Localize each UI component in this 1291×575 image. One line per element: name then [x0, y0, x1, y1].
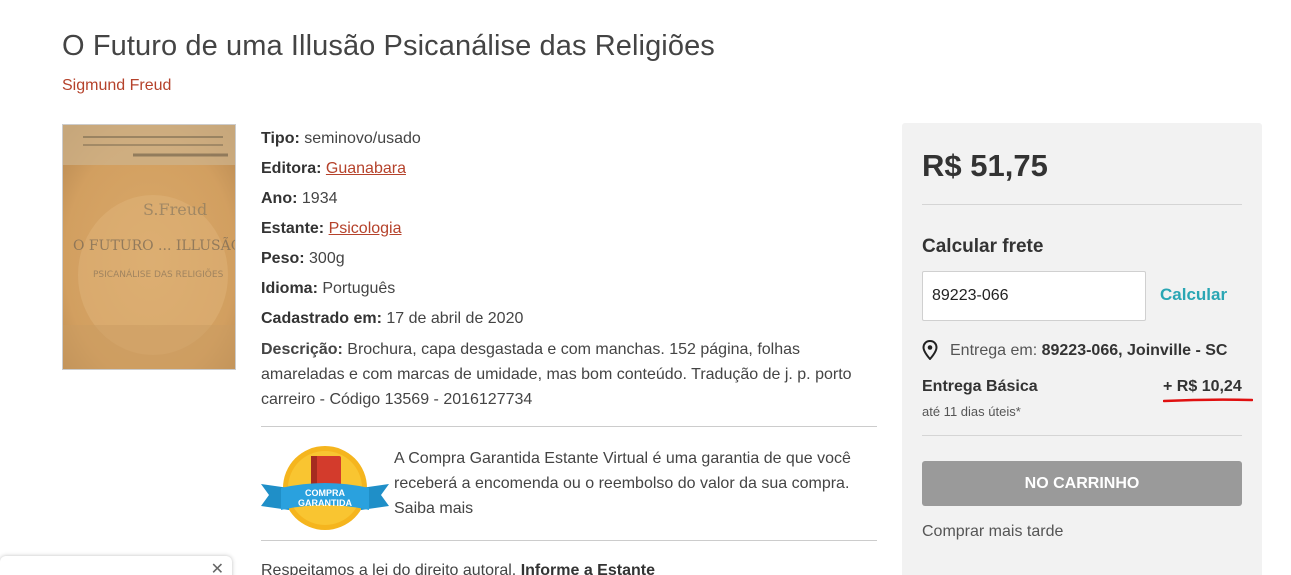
cep-input[interactable] — [922, 271, 1146, 321]
divider — [922, 435, 1242, 436]
detail-estante: Estante: Psicologia — [261, 220, 402, 237]
detail-peso: Peso: 300g — [261, 250, 345, 267]
calcular-button[interactable]: Calcular — [1160, 285, 1227, 305]
purchase-sidebar: R$ 51,75 Calcular frete Calcular Entrega… — [902, 123, 1262, 575]
shipping-price: + R$ 10,24 — [1163, 378, 1242, 395]
detail-tipo: Tipo: seminovo/usado — [261, 130, 421, 147]
svg-text:GARANTIDA: GARANTIDA — [298, 498, 352, 508]
editora-link[interactable]: Guanabara — [326, 160, 406, 177]
estante-link[interactable]: Psicologia — [329, 220, 402, 237]
frete-title: Calcular frete — [922, 236, 1044, 257]
compra-garantida-badge: COMPRA GARANTIDA — [259, 444, 391, 532]
location-pin-icon — [922, 340, 938, 360]
detail-descricao: Descrição: Brochura, capa desgastada e c… — [261, 341, 852, 408]
book-cover-image[interactable]: S.Freud O FUTURO ... ILLUSÃO PSICANÁLISE… — [62, 124, 236, 370]
svg-text:S.Freud: S.Freud — [143, 200, 207, 219]
copyright-notice: Respeitamos a lei do direito autoral. In… — [261, 562, 655, 575]
no-carrinho-button[interactable]: NO CARRINHO — [922, 461, 1242, 506]
guarantee-text: A Compra Garantida Estante Virtual é uma… — [394, 450, 851, 517]
detail-ano: Ano: 1934 — [261, 190, 338, 207]
shipping-option-name: Entrega Básica — [922, 378, 1038, 395]
shipping-time: até 11 dias úteis* — [922, 404, 1021, 419]
divider — [922, 204, 1242, 205]
svg-text:PSICANÁLISE DAS RELIGIÕES: PSICANÁLISE DAS RELIGIÕES — [93, 268, 224, 280]
red-annotation-underline — [1163, 398, 1253, 403]
book-title: O Futuro de uma Illusão Psicanálise das … — [62, 30, 715, 62]
detail-idioma: Idioma: Português — [261, 280, 396, 297]
comprar-mais-tarde-link[interactable]: Comprar mais tarde — [922, 523, 1063, 541]
delivery-location: Entrega em: 89223-066, Joinville - SC — [950, 342, 1228, 359]
divider — [261, 540, 877, 541]
book-details: Tipo: seminovo/usado Editora: Guanabara … — [261, 124, 881, 412]
detail-cadastrado: Cadastrado em: 17 de abril de 2020 — [261, 310, 524, 327]
svg-text:COMPRA: COMPRA — [305, 488, 345, 498]
author-link[interactable]: Sigmund Freud — [62, 77, 171, 95]
book-price: R$ 51,75 — [922, 148, 1048, 183]
informe-estante-link[interactable]: Informe a Estante — [521, 562, 655, 575]
chevron-down-icon[interactable]: ✕ — [211, 559, 224, 575]
floating-panel[interactable]: ✕ — [0, 556, 232, 575]
divider — [261, 426, 877, 427]
svg-text:O FUTURO ... ILLUSÃO: O FUTURO ... ILLUSÃO — [73, 236, 236, 254]
detail-editora: Editora: Guanabara — [261, 160, 406, 177]
